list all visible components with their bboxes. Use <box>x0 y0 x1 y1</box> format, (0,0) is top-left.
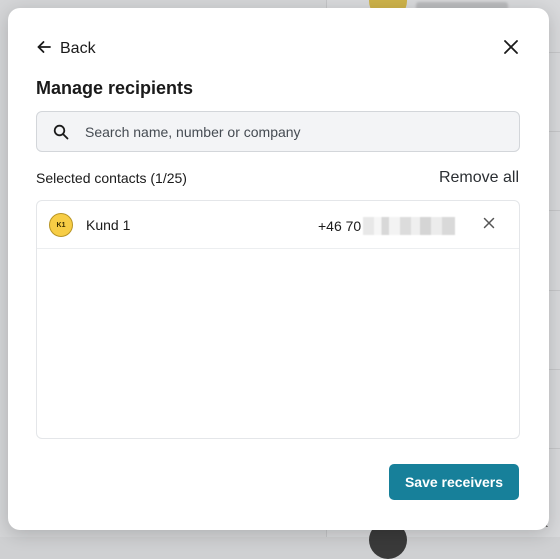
close-icon <box>483 216 495 234</box>
arrow-left-icon <box>36 39 52 60</box>
contact-row: K1 Kund 1 +46 70 <box>37 201 519 249</box>
search-icon <box>52 123 70 141</box>
close-button[interactable] <box>500 38 522 60</box>
contact-phone: +46 70 <box>318 217 456 235</box>
close-icon <box>503 39 519 60</box>
back-label: Back <box>60 40 96 57</box>
selected-contacts-label: Selected contacts (1/25) <box>36 170 187 186</box>
modal-title: Manage recipients <box>36 78 194 98</box>
contact-phone-visible: +46 70 <box>318 218 362 234</box>
remove-all-button[interactable]: Remove all <box>439 169 519 187</box>
phone-redaction <box>363 217 456 235</box>
selected-contacts-list: K1 Kund 1 +46 70 <box>36 200 520 439</box>
search-field[interactable] <box>36 111 520 152</box>
search-input[interactable] <box>85 123 519 140</box>
contact-name: Kund 1 <box>86 217 131 233</box>
avatar: K1 <box>49 213 73 237</box>
save-receivers-button[interactable]: Save receivers <box>389 464 519 500</box>
manage-recipients-modal: Back Manage recipients Selected contacts… <box>8 8 549 530</box>
remove-contact-button[interactable] <box>481 217 497 233</box>
back-button[interactable]: Back <box>36 38 96 60</box>
